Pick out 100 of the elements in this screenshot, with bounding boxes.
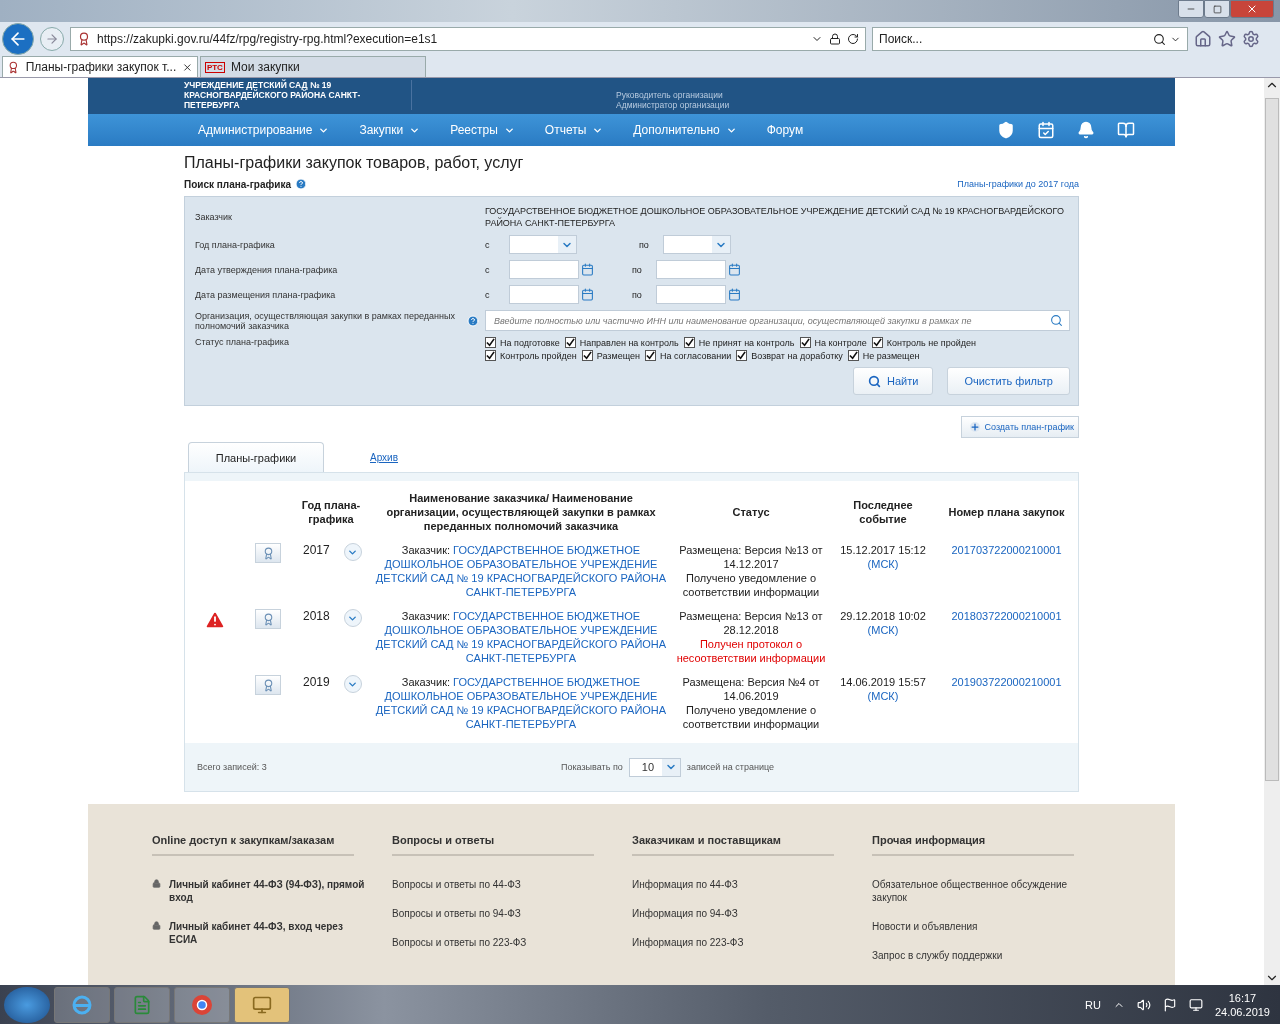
page-size-select[interactable]: 10 xyxy=(628,757,681,777)
checkbox[interactable] xyxy=(644,350,656,361)
maximize-icon xyxy=(1212,4,1222,14)
footer-link[interactable]: Информация по 223-ФЗ xyxy=(632,936,852,949)
footer-heading: Вопросы и ответы xyxy=(392,834,594,856)
nav-menu-item[interactable]: Реестры xyxy=(450,123,515,137)
back-button[interactable] xyxy=(2,23,34,55)
footer-link[interactable]: Новости и объявления xyxy=(872,920,1092,933)
star-icon[interactable] xyxy=(1218,30,1236,48)
footer-link[interactable]: Личный кабинет 44-ФЗ (94-ФЗ), прямой вход xyxy=(152,878,372,904)
checkbox-label: Контроль не пройден xyxy=(886,337,976,348)
customer-cell-text: Заказчик: ГОСУДАРСТВЕННОЕ БЮДЖЕТНОЕ ДОШКОЛЬНОЕ ОБРАЗОВАТЕЛЬНОЕ УЧРЕЖДЕНИЕ ДЕТСКИЙ САД № 19 КРАСНОГВАРДЕЙСКОГО РАЙОНА САНКТ-ПЕТЕРБУРГА xyxy=(374,609,668,666)
speaker-icon[interactable] xyxy=(1136,997,1151,1012)
org-name: КРАСНОГВАРДЕЙСКОГО РАЙОНА САНКТ- xyxy=(184,90,362,100)
footer-link[interactable]: Запрос в службу поддержки xyxy=(872,949,1092,962)
tab[interactable]: Архив xyxy=(324,442,444,472)
nav-menu-item[interactable]: Отчеты xyxy=(544,123,604,137)
calendar-icon[interactable] xyxy=(581,288,594,301)
start-button[interactable] xyxy=(4,986,50,1023)
spreadsheet-icon xyxy=(132,994,152,1015)
clock[interactable]: 16:17 24.06.2019 xyxy=(1214,990,1270,1019)
calendar-icon[interactable] xyxy=(1037,121,1055,139)
calendar-icon[interactable] xyxy=(581,263,594,276)
checkbox[interactable] xyxy=(485,350,496,361)
date-field[interactable] xyxy=(656,285,726,304)
checkbox[interactable] xyxy=(564,337,576,348)
close-icon[interactable] xyxy=(182,61,193,73)
range-label: по xyxy=(632,264,643,275)
date-field[interactable] xyxy=(656,260,726,279)
nav-menu-item[interactable]: Администрирование xyxy=(198,123,330,137)
settings-icon[interactable] xyxy=(1242,30,1260,48)
arrow-right-icon xyxy=(45,32,59,46)
old-plans-link[interactable]: Планы-графики до 2017 года xyxy=(957,179,1079,189)
nav-menu-item[interactable]: Закупки xyxy=(359,123,421,137)
footer-link[interactable]: Информация по 44-ФЗ xyxy=(632,878,852,891)
expand-button[interactable] xyxy=(343,675,362,693)
footer-link[interactable]: Личный кабинет 44-ФЗ, вход через ЕСИА xyxy=(152,920,372,946)
tab[interactable]: Планы-графики xyxy=(188,442,324,472)
scrollbar-thumb[interactable] xyxy=(1265,98,1279,781)
forward-button[interactable] xyxy=(40,27,64,51)
browser-taskbar-button[interactable] xyxy=(174,986,230,1023)
calendar-icon[interactable] xyxy=(728,263,741,276)
checkbox[interactable] xyxy=(799,337,811,348)
organization-field[interactable]: Введите полностью или частично ИНН или наименование организации, осуществляющей закупки в рамках пе xyxy=(485,310,1070,331)
checkbox[interactable] xyxy=(871,337,883,348)
checkbox[interactable] xyxy=(581,350,593,361)
footer-link[interactable]: Вопросы и ответы по 223-ФЗ xyxy=(392,936,612,949)
checkbox[interactable] xyxy=(736,350,748,361)
home-icon[interactable] xyxy=(1194,30,1212,48)
footer-link[interactable]: Вопросы и ответы по 44-ФЗ xyxy=(392,878,612,891)
bell-icon[interactable] xyxy=(1077,121,1095,139)
browser-taskbar-button[interactable] xyxy=(54,986,110,1023)
book-icon[interactable] xyxy=(1117,121,1135,139)
footer-link[interactable]: Вопросы и ответы по 94-ФЗ xyxy=(392,907,612,920)
footer-heading: Прочая информация xyxy=(872,834,1074,856)
help-icon[interactable] xyxy=(467,314,479,327)
checkbox-label: Контроль пройден xyxy=(500,350,577,361)
checkbox-label: Направлен на контроль xyxy=(579,337,679,348)
footer-link[interactable]: Информация по 94-ФЗ xyxy=(632,907,852,920)
address-bar[interactable]: https://zakupki.gov.ru/44fz/rpg/registry-rpg.html?execution=e1s1 xyxy=(70,27,866,51)
document-button[interactable] xyxy=(255,543,281,563)
maximize-button[interactable] xyxy=(1204,0,1230,18)
checkbox-label: Возврат на доработку xyxy=(751,350,843,361)
page-title: Планы-графики закупок товаров, работ, услуг xyxy=(184,154,525,172)
find-button[interactable]: Найти xyxy=(853,367,934,395)
search-icon[interactable] xyxy=(1153,32,1166,46)
shield-icon[interactable] xyxy=(997,121,1015,139)
search-field[interactable]: Поиск... xyxy=(872,27,1188,51)
checkbox[interactable] xyxy=(683,337,695,348)
document-button[interactable] xyxy=(255,675,281,695)
calendar-icon[interactable] xyxy=(728,288,741,301)
nav-menu-item[interactable]: Форум xyxy=(766,123,804,137)
minimize-button[interactable] xyxy=(1178,0,1204,18)
column-header: Статус xyxy=(731,505,771,520)
range-label: по xyxy=(632,289,643,300)
range-label: с xyxy=(485,239,491,250)
network-icon[interactable] xyxy=(1188,997,1203,1012)
field-label: Дата утверждения плана-графика xyxy=(195,264,339,275)
checkbox[interactable] xyxy=(485,337,496,348)
nav-menu-item[interactable]: Дополнительно xyxy=(633,123,737,137)
clear-filter-button[interactable]: Очистить фильтр xyxy=(947,367,1070,395)
create-plan-button[interactable]: Создать план-график xyxy=(960,416,1079,438)
plan-number-link[interactable]: 201903722000210001 xyxy=(951,676,1062,688)
help-icon[interactable] xyxy=(295,178,307,190)
checkbox[interactable] xyxy=(847,350,859,361)
date-field[interactable] xyxy=(509,285,579,304)
expand-button[interactable] xyxy=(343,543,362,561)
refresh-icon[interactable] xyxy=(847,33,859,45)
expand-button[interactable] xyxy=(343,609,362,627)
lock-icon xyxy=(829,33,841,45)
browser-tab[interactable]: Планы-графики закупок т... xyxy=(2,56,198,77)
plan-number-link[interactable]: 201803722000210001 xyxy=(951,610,1062,622)
plan-number-link[interactable]: 201703722000210001 xyxy=(951,544,1062,556)
folder-taskbar-button[interactable] xyxy=(234,986,290,1023)
footer-link[interactable]: Обязательное общественное обсуждение закупок xyxy=(872,878,1092,904)
date-field[interactable] xyxy=(509,260,579,279)
language-indicator[interactable]: RU xyxy=(1085,998,1101,1011)
flag-icon[interactable] xyxy=(1162,997,1177,1012)
document-button[interactable] xyxy=(255,609,281,629)
browser-tab[interactable]: РТС Мои закупки xyxy=(200,56,426,77)
